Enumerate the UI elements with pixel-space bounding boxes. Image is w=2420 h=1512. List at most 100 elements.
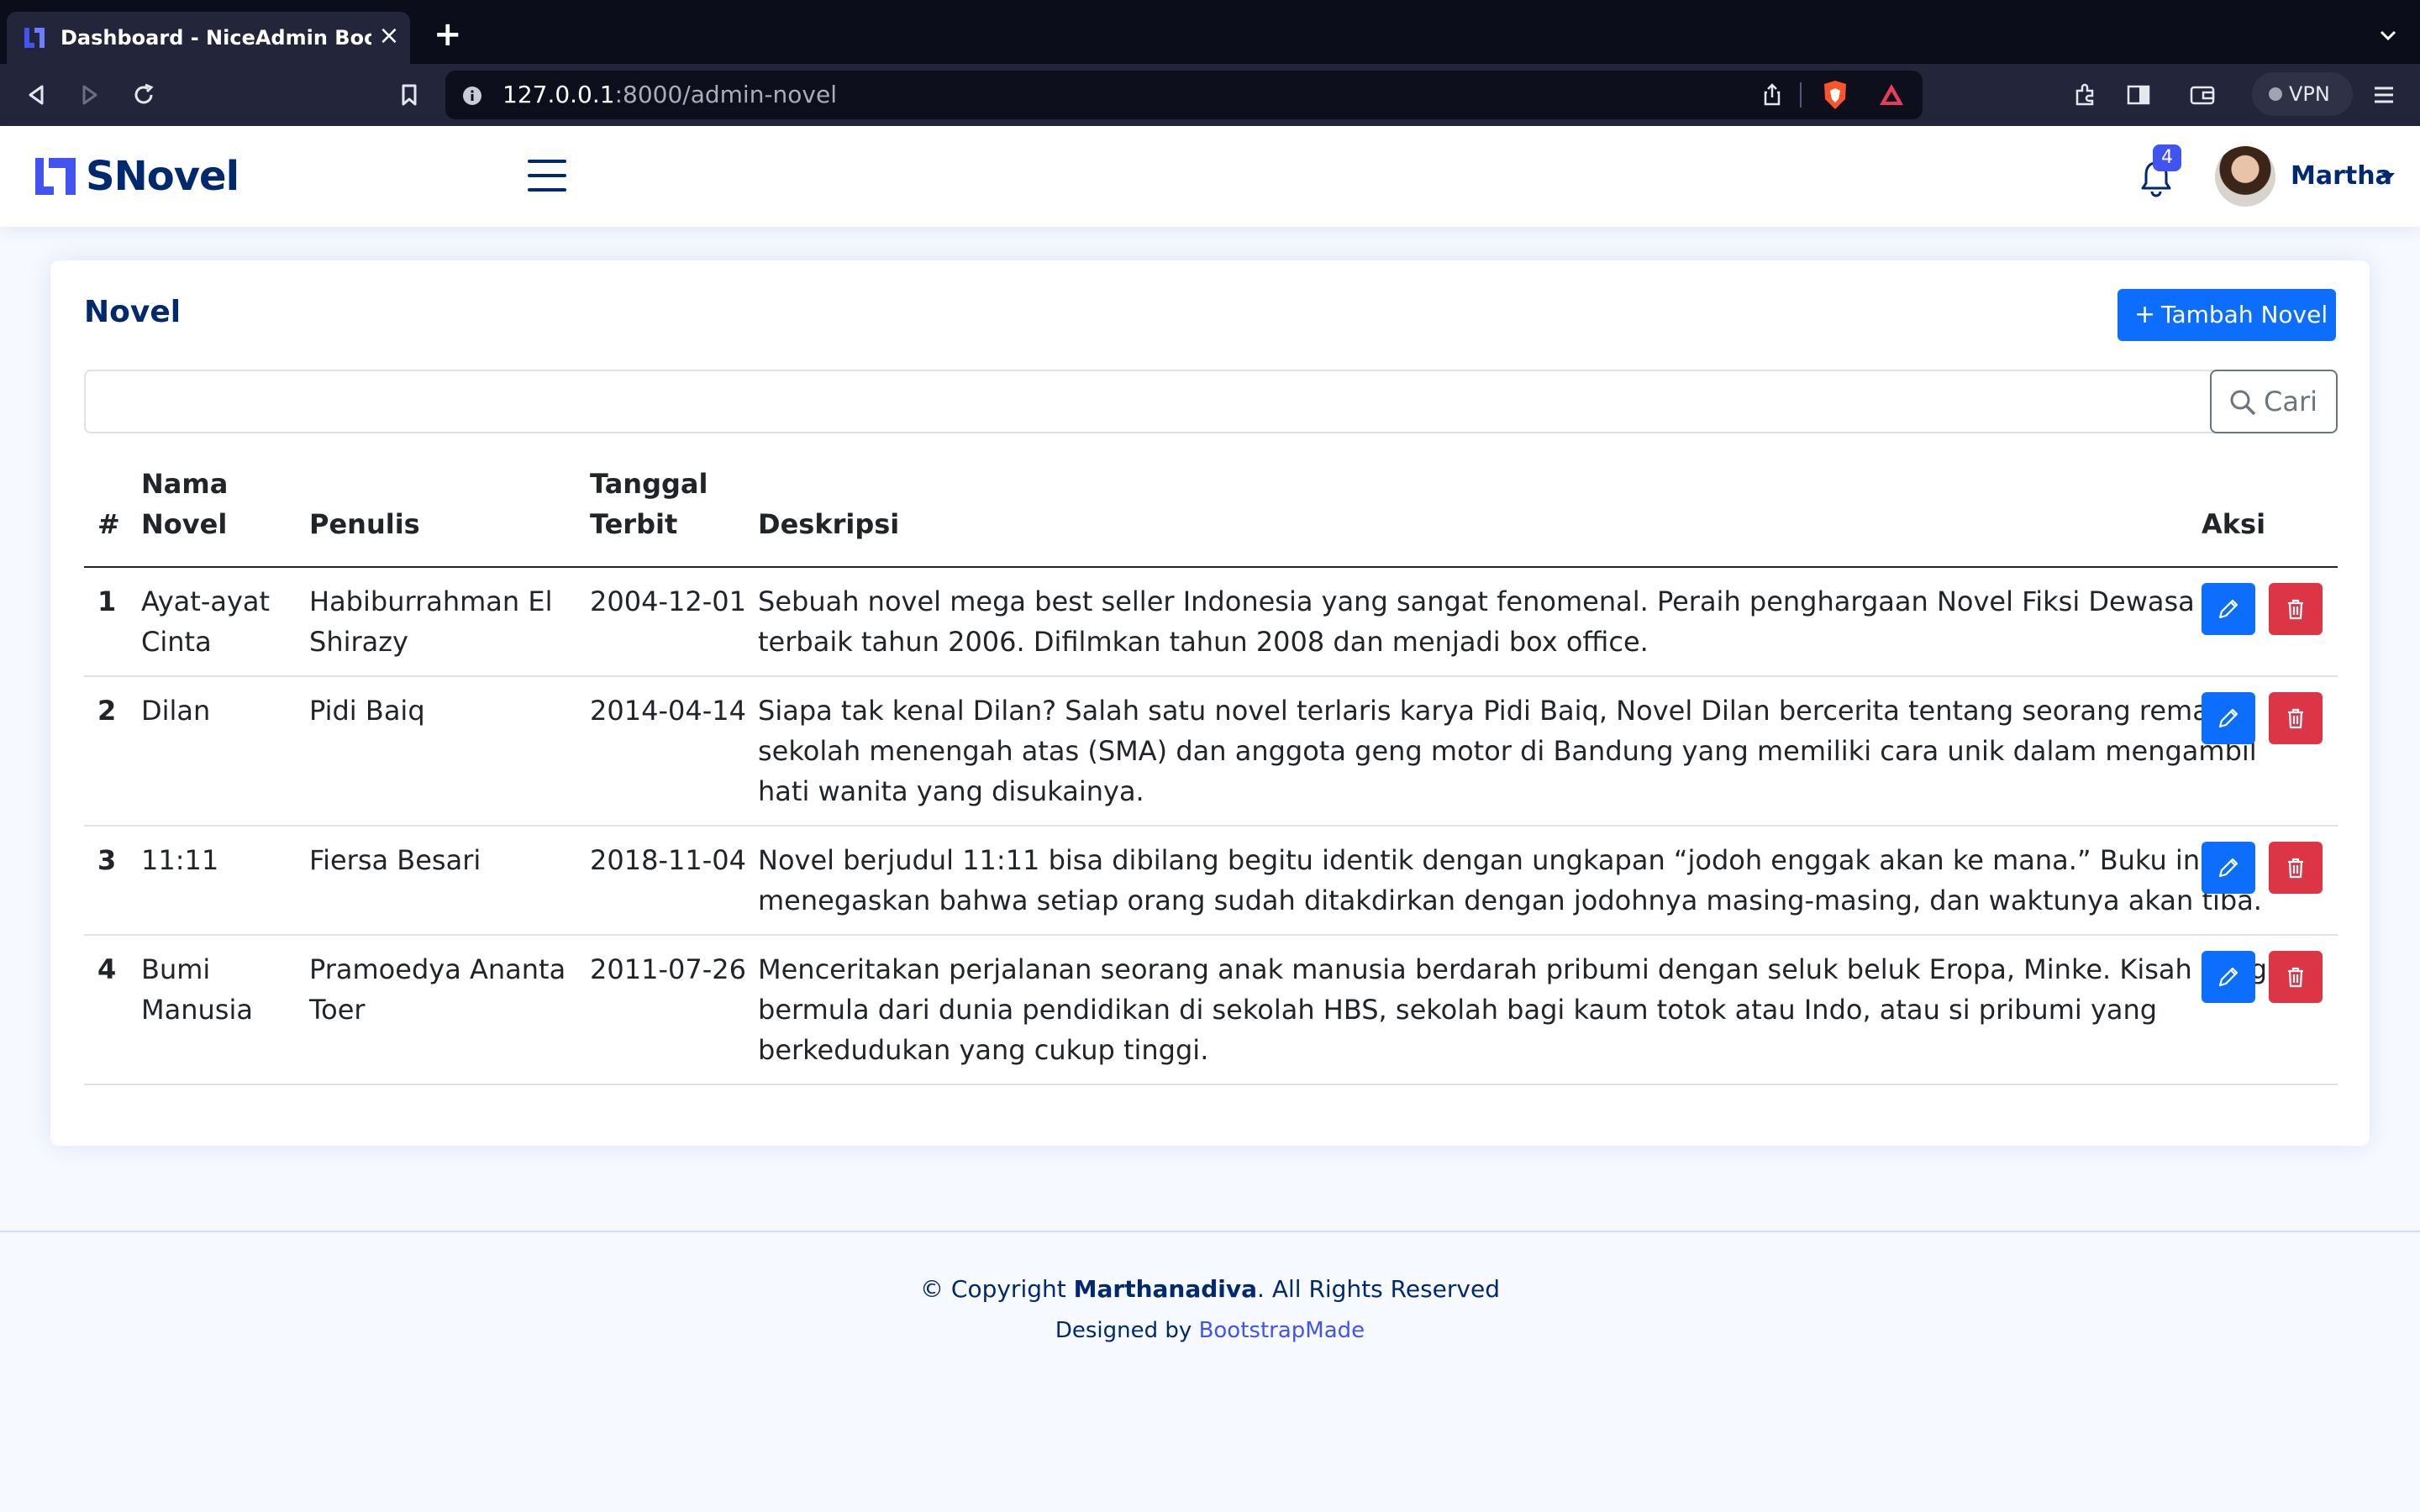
- table-header-divider: [84, 566, 2338, 568]
- cell-penulis: Pidi Baiq: [309, 695, 425, 727]
- cell-penulis: Shirazy: [309, 626, 408, 658]
- bookmark-icon[interactable]: [395, 81, 424, 109]
- row-divider: [84, 825, 2338, 827]
- cell-penulis: Pramoedya Ananta: [309, 953, 566, 985]
- search-button-label: Cari: [2264, 386, 2317, 417]
- cell-deskripsi: berkedudukan yang cukup tinggi.: [758, 1034, 1209, 1066]
- footer: © Copyright Marthanadiva. All Rights Res…: [0, 1231, 2420, 1512]
- cell-nama: Bumi: [141, 953, 211, 985]
- app-header: SNovel 4 Martha: [0, 126, 2420, 227]
- delete-button[interactable]: [2269, 842, 2323, 894]
- browser-tab[interactable]: Dashboard - NiceAdmin Bootstrap Template…: [7, 12, 410, 64]
- wallet-icon[interactable]: [2188, 81, 2217, 109]
- row-divider: [84, 934, 2338, 936]
- cell-tanggal: 2011-07-26: [590, 953, 746, 985]
- browser-menu-icon[interactable]: [2370, 81, 2398, 109]
- browser-toolbar: 127.0.0.1:8000/admin-novel VPN: [0, 64, 2420, 126]
- column-header-tanggal-line1: Tanggal: [590, 468, 708, 500]
- sidebar-icon[interactable]: [2124, 81, 2153, 109]
- cell-nama: Cinta: [141, 626, 212, 658]
- search-input[interactable]: [84, 370, 2262, 433]
- edit-button[interactable]: [2202, 951, 2255, 1003]
- cell-deskripsi: menegaskan bahwa setiap orang sudah dita…: [758, 885, 2262, 916]
- row-number: 3: [97, 844, 117, 876]
- vpn-button[interactable]: VPN: [2252, 72, 2353, 116]
- cell-tanggal: 2004-12-01: [590, 585, 746, 617]
- cell-deskripsi: bermula dari dunia pendidikan di sekolah…: [758, 994, 2158, 1026]
- row-number: 1: [97, 585, 117, 617]
- reload-icon[interactable]: [129, 81, 158, 109]
- copyright: © Copyright Marthanadiva. All Rights Res…: [0, 1273, 2420, 1306]
- column-header-nama-line1: Nama: [141, 468, 229, 500]
- cell-deskripsi: terbaik tahun 2006. Difilmkan tahun 2008…: [758, 626, 1649, 658]
- cell-penulis: Toer: [309, 994, 366, 1026]
- page-title: Novel: [84, 295, 182, 329]
- bootstrapmade-link[interactable]: BootstrapMade: [1199, 1318, 1365, 1343]
- pencil-icon: [2218, 858, 2238, 878]
- share-icon[interactable]: [1758, 81, 1786, 109]
- add-novel-button[interactable]: + Tambah Novel: [2118, 289, 2336, 341]
- trash-icon: [2288, 967, 2303, 988]
- cell-penulis: Habiburrahman El: [309, 585, 553, 617]
- cell-tanggal: 2018-11-04: [590, 844, 746, 876]
- cell-deskripsi: Novel berjudul 11:11 bisa dibilang begit…: [758, 844, 2207, 876]
- chevron-down-icon[interactable]: [2378, 25, 2398, 45]
- forward-icon[interactable]: [76, 81, 104, 109]
- browser-tab-bar: Dashboard - NiceAdmin Bootstrap Template…: [0, 0, 2420, 64]
- snovel-logo-icon[interactable]: [34, 155, 77, 198]
- row-number: 2: [97, 695, 117, 727]
- delete-button[interactable]: [2269, 583, 2323, 635]
- new-tab-icon[interactable]: +: [434, 18, 462, 51]
- row-divider: [84, 1084, 2338, 1085]
- edit-button[interactable]: [2202, 842, 2255, 894]
- novel-card: Novel + Tambah Novel Cari # Nama Novel P…: [50, 260, 2370, 1146]
- url-host: 127.0.0.1: [502, 81, 615, 108]
- copyright-name: Marthanadiva: [1073, 1275, 1258, 1303]
- caret-down-icon[interactable]: [2381, 173, 2395, 181]
- column-header-deskripsi: Deskripsi: [758, 508, 900, 540]
- delete-button[interactable]: [2269, 692, 2323, 744]
- trash-icon: [2288, 599, 2303, 620]
- column-header-nama-line2: Novel: [141, 508, 228, 540]
- close-tab-icon[interactable]: ×: [376, 24, 402, 49]
- trash-icon: [2288, 708, 2303, 729]
- search-icon: [2230, 390, 2256, 416]
- toggle-sidebar-icon[interactable]: [528, 158, 566, 193]
- avatar[interactable]: [2215, 146, 2275, 207]
- pencil-icon: [2218, 967, 2238, 987]
- copyright-suffix: . All Rights Reserved: [1257, 1275, 1500, 1303]
- cell-deskripsi: hati wanita yang disukainya.: [758, 775, 1144, 807]
- site-info-icon[interactable]: [462, 86, 482, 106]
- search-button[interactable]: Cari: [2210, 370, 2338, 433]
- pencil-icon: [2218, 708, 2238, 728]
- cell-deskripsi: Menceritakan perjalanan seorang anak man…: [758, 953, 2268, 985]
- copyright-prefix: © Copyright: [920, 1275, 1074, 1303]
- add-novel-label: Tambah Novel: [2161, 301, 2328, 328]
- address-bar[interactable]: 127.0.0.1:8000/admin-novel: [445, 71, 1923, 119]
- cell-nama: 11:11: [141, 844, 219, 876]
- pencil-icon: [2218, 599, 2238, 619]
- cell-deskripsi: Siapa tak kenal Dilan? Salah satu novel …: [758, 695, 2233, 727]
- brave-rewards-icon[interactable]: [1877, 81, 1906, 109]
- url-text: 127.0.0.1:8000/admin-novel: [502, 81, 837, 108]
- tab-title: Dashboard - NiceAdmin Bootstrap Template: [60, 26, 371, 50]
- plus-icon: +: [2134, 300, 2156, 329]
- edit-button[interactable]: [2202, 583, 2255, 635]
- extensions-icon[interactable]: [2070, 81, 2099, 109]
- column-header-penulis: Penulis: [309, 508, 420, 540]
- row-divider: [84, 675, 2338, 677]
- logo-text[interactable]: SNovel: [86, 151, 239, 202]
- edit-button[interactable]: [2202, 692, 2255, 744]
- niceadmin-favicon-icon: [24, 28, 45, 48]
- brave-shield-icon[interactable]: [1820, 79, 1850, 111]
- delete-button[interactable]: [2269, 951, 2323, 1003]
- column-header-tanggal-line2: Terbit: [590, 508, 678, 540]
- cell-deskripsi: sekolah menengah atas (SMA) dan anggota …: [758, 735, 2257, 767]
- designed-by-label: Designed by: [1055, 1318, 1199, 1343]
- vpn-status-icon: [2269, 87, 2282, 101]
- profile-username[interactable]: Martha: [2291, 161, 2392, 192]
- column-header-aksi: Aksi: [2202, 508, 2266, 540]
- back-icon[interactable]: [22, 81, 50, 109]
- trash-icon: [2288, 858, 2303, 879]
- vpn-label: VPN: [2289, 82, 2330, 106]
